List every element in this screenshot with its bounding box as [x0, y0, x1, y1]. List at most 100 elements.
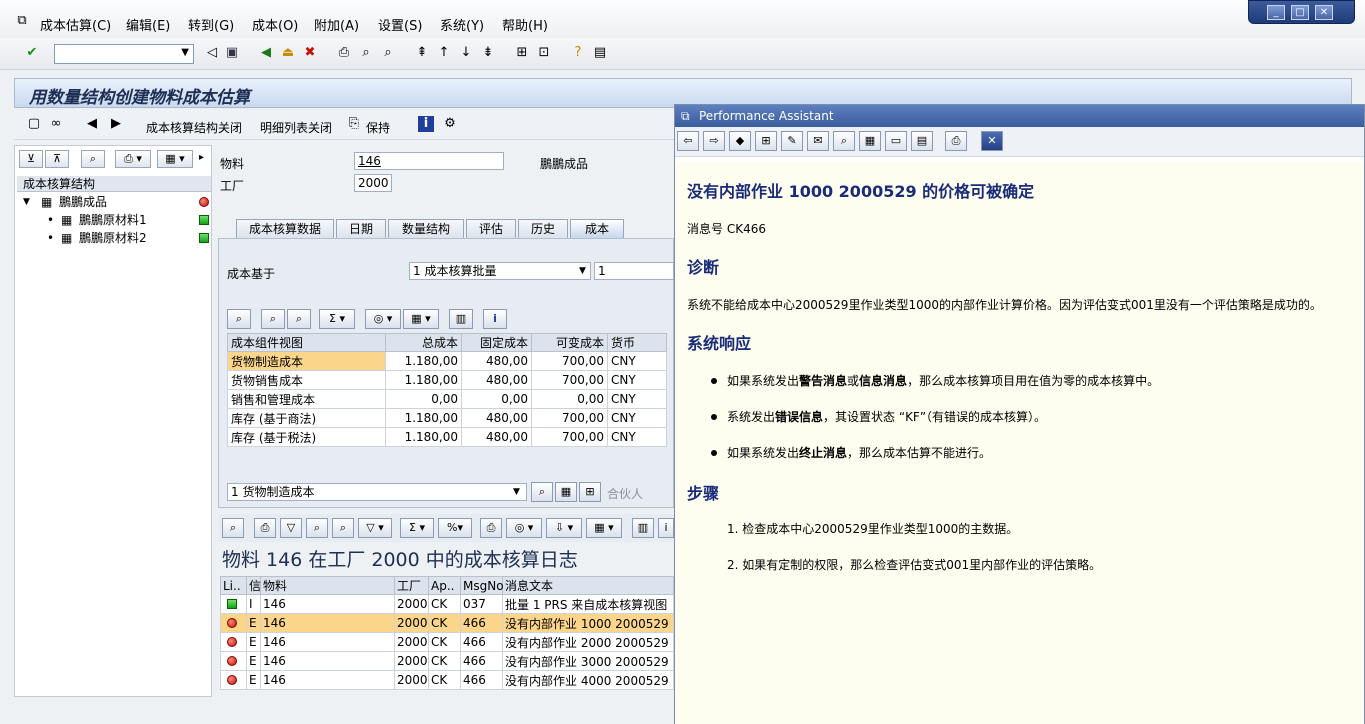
tab-history[interactable]: 历史	[518, 219, 568, 239]
tree-print-button[interactable]: ⎙ ▾	[115, 150, 151, 168]
grid-sum-button[interactable]: Σ ▾	[319, 309, 355, 329]
tree-node-child2[interactable]: 鵬鵬原材料2	[79, 230, 147, 246]
menu-system[interactable]: 系统(Y)	[440, 15, 484, 34]
tree-node-root[interactable]: 鵬鵬成品	[59, 194, 107, 210]
grid-find-next-button[interactable]: ⌕	[287, 309, 311, 329]
back-small-icon[interactable]: ◁	[204, 45, 220, 61]
maximize-button[interactable]: □	[1291, 5, 1309, 20]
pa-back-button[interactable]: ⇦	[677, 131, 699, 151]
collapse-node-icon[interactable]: ▼	[23, 194, 30, 210]
tree-find-button[interactable]: ⌕	[81, 150, 105, 168]
table-cell[interactable]: 480,00	[461, 408, 532, 428]
menu-extras[interactable]: 附加(A)	[314, 15, 359, 34]
col-header[interactable]: 工厂	[394, 576, 429, 595]
first-page-icon[interactable]: ⇞	[414, 45, 430, 61]
log-filter-menu-button[interactable]: ▽ ▾	[358, 518, 392, 538]
table-cell[interactable]: 0,00	[531, 389, 608, 409]
grid-find-button[interactable]: ⌕	[261, 309, 285, 329]
tab-costs[interactable]: 成本	[570, 219, 624, 239]
col-header[interactable]: Ap..	[428, 576, 461, 595]
table-cell[interactable]: 销售和管理成本	[227, 389, 386, 409]
table-row[interactable]: 货物销售成本 1.180,00 480,00 700,00 CNY	[227, 370, 667, 390]
new-doc-icon[interactable]: ▢	[26, 116, 42, 132]
find-icon[interactable]: ⌕	[358, 45, 374, 61]
pa-close-button[interactable]: ✕	[981, 131, 1003, 151]
pa-link-button[interactable]: ⌕	[833, 131, 855, 151]
table-cell[interactable]: 没有内部作业 1000 2000529 的	[502, 613, 674, 633]
exit-icon[interactable]: ⏏	[280, 45, 296, 61]
material-input[interactable]: 146	[354, 152, 504, 170]
menu-costs[interactable]: 成本(O)	[252, 15, 298, 34]
close-window-button[interactable]: ✕	[1315, 5, 1333, 20]
pa-tree-button[interactable]: ⊞	[755, 131, 777, 151]
pa-print-button[interactable]: ⎙	[945, 131, 967, 151]
toggle-costing-structure-button[interactable]: 成本核算结构关闭	[146, 119, 242, 136]
table-cell[interactable]: 480,00	[461, 427, 532, 447]
expand-all-button[interactable]: ⊻	[19, 150, 43, 168]
new-session-icon[interactable]: ⊞	[514, 45, 530, 61]
system-menu-icon[interactable]: ⧉	[14, 13, 30, 29]
view-table-button[interactable]: ▦	[555, 482, 577, 502]
table-cell[interactable]: 480,00	[461, 370, 532, 390]
table-row[interactable]: 库存 (基于商法) 1.180,00 480,00 700,00 CNY	[227, 408, 667, 428]
view-details-button[interactable]: ⌕	[531, 482, 553, 502]
hold-button[interactable]: 保持	[366, 119, 390, 136]
pa-bookmark-button[interactable]: ▭	[885, 131, 907, 151]
table-row[interactable]: E 146 2000 CK 466 没有内部作业 4000 2000529 的	[220, 670, 674, 690]
table-row[interactable]: 销售和管理成本 0,00 0,00 0,00 CNY	[227, 389, 667, 409]
prev-page-icon[interactable]: ↑	[436, 45, 452, 61]
table-cell[interactable]: 没有内部作业 2000 2000529 的	[502, 632, 674, 652]
back-icon[interactable]: ◀	[258, 45, 274, 61]
save-icon[interactable]: ▣	[224, 45, 240, 61]
col-header[interactable]: 货币	[607, 333, 667, 352]
table-cell[interactable]: 库存 (基于商法)	[227, 408, 386, 428]
next-page-icon[interactable]: ↓	[458, 45, 474, 61]
cost-base-extra[interactable]: 1	[594, 262, 674, 280]
log-export-button[interactable]: ⇩ ▾	[546, 518, 582, 538]
table-cell[interactable]: 700,00	[531, 351, 608, 371]
view-hierarchy-button[interactable]: ⊞	[579, 482, 601, 502]
table-cell[interactable]: 批量 1 PRS 来自成本核算视图	[502, 594, 674, 614]
pa-title-bar[interactable]: ⧉ Performance Assistant	[675, 105, 1364, 127]
tab-costing-data[interactable]: 成本核算数据	[236, 219, 334, 239]
table-row[interactable]: 货物制造成本 1.180,00 480,00 700,00 CNY	[227, 351, 667, 371]
col-header[interactable]: Li..	[220, 576, 247, 595]
partner-button[interactable]: 合伙人	[607, 485, 643, 502]
plant-input[interactable]: 2000	[354, 174, 392, 192]
table-row[interactable]: I 146 2000 CK 037 批量 1 PRS 来自成本核算视图	[220, 594, 674, 614]
tab-valuation[interactable]: 评估	[466, 219, 516, 239]
table-cell[interactable]: 700,00	[531, 427, 608, 447]
table-cell[interactable]: 0,00	[461, 389, 532, 409]
tree-more-icon[interactable]: ▸	[199, 152, 204, 163]
col-header[interactable]: 固定成本	[461, 333, 532, 352]
log-print-button[interactable]: ⎙	[254, 518, 276, 538]
col-header[interactable]: 可变成本	[531, 333, 608, 352]
table-cell[interactable]: 货物制造成本	[227, 351, 386, 371]
table-cell[interactable]: 0,00	[385, 389, 462, 409]
col-header[interactable]: 成本组件视图	[227, 333, 386, 352]
enter-icon[interactable]: ✔	[24, 45, 40, 61]
info-icon[interactable]: i	[418, 116, 434, 132]
tab-qty-structure[interactable]: 数量结构	[388, 219, 464, 239]
pa-book-button[interactable]: ◆	[729, 131, 751, 151]
grid-export-button[interactable]: ▦ ▾	[403, 309, 439, 329]
collapse-all-button[interactable]: ⊼	[45, 150, 69, 168]
cancel-icon[interactable]: ✖	[302, 45, 318, 61]
log-info-button[interactable]: i	[658, 518, 674, 538]
log-graphic-button[interactable]: ▥	[632, 518, 654, 538]
log-views-button[interactable]: ◎ ▾	[506, 518, 542, 538]
table-row[interactable]: E 146 2000 CK 466 没有内部作业 2000 2000529 的	[220, 632, 674, 652]
table-cell[interactable]: 没有内部作业 3000 2000529 的	[502, 651, 674, 671]
settings-icon[interactable]: ⚙	[442, 116, 458, 132]
log-find-button[interactable]: ⌕	[306, 518, 328, 538]
grid-graphic-button[interactable]: ▥	[449, 309, 473, 329]
toggle-detail-list-button[interactable]: 明细列表关闭	[260, 119, 332, 136]
find-next-icon[interactable]: ⌕	[380, 45, 396, 61]
table-cell[interactable]: 库存 (基于税法)	[227, 427, 386, 447]
minimize-button[interactable]: _	[1267, 5, 1285, 20]
menu-cost-estimate[interactable]: 成本估算(C)	[40, 15, 111, 34]
table-cell[interactable]: 700,00	[531, 408, 608, 428]
print-icon[interactable]: ⎙	[336, 45, 352, 61]
table-cell[interactable]: 1.180,00	[385, 427, 462, 447]
table-cell[interactable]: 货物销售成本	[227, 370, 386, 390]
